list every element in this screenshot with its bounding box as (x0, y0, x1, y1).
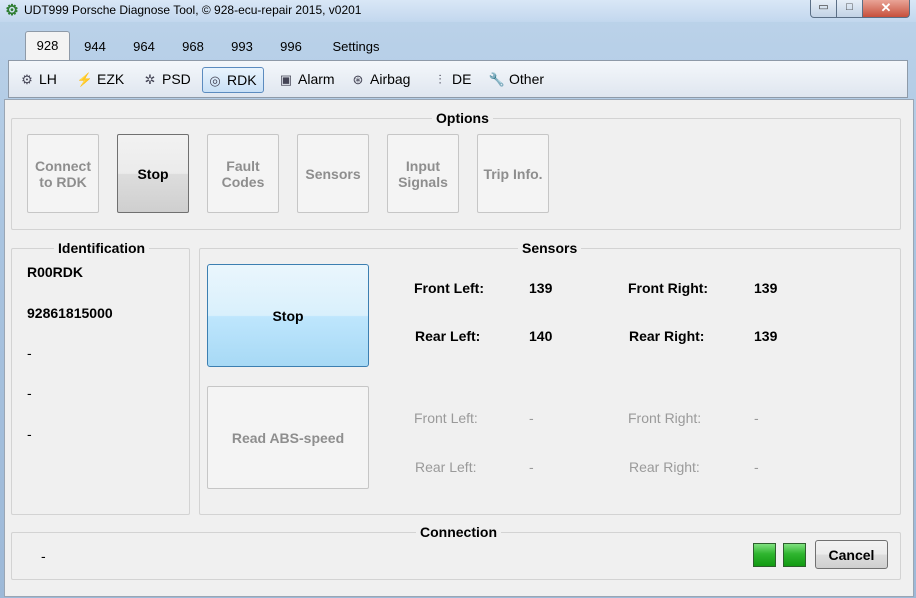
subtab-airbag[interactable]: ⊛ Airbag (345, 67, 414, 91)
tab-996[interactable]: 996 (274, 36, 308, 58)
tab-944[interactable]: 944 (78, 36, 112, 58)
tab-993[interactable]: 993 (225, 36, 259, 58)
connection-title: Connection (416, 524, 501, 540)
ident-part-code: R00RDK (27, 264, 84, 280)
subtab-psd[interactable]: ✲ PSD (137, 67, 195, 91)
read-abs-speed-button[interactable]: Read ABS-speed (207, 386, 369, 489)
subtab-label: DE (452, 71, 472, 87)
subtab-rdk[interactable]: ◎ RDK (202, 67, 264, 93)
rear-right-pressure-value: 139 (754, 328, 778, 344)
subtab-de[interactable]: ⫶ DE (427, 67, 475, 91)
rear-left-pressure-value: 140 (529, 328, 553, 344)
rear-left-abs-label: Rear Left: (415, 459, 477, 475)
spark-icon: ⚡ (76, 72, 94, 87)
rear-left-pressure-label: Rear Left: (415, 328, 481, 344)
ident-value-4: - (27, 385, 32, 401)
rear-right-abs-label: Rear Right: (629, 459, 700, 475)
subtab-label: Airbag (370, 71, 411, 87)
rdk-panel: Options Connect to RDK Stop Fault Codes … (4, 99, 914, 597)
input-signals-button[interactable]: Input Signals (387, 134, 459, 213)
tire-icon: ◎ (209, 73, 221, 88)
front-right-pressure-value: 139 (754, 280, 778, 296)
maximize-button[interactable]: □ (836, 0, 863, 18)
subtab-label: Other (509, 71, 545, 87)
front-left-pressure-label: Front Left: (414, 280, 484, 296)
ecu-tab-bar: ⚙ LH ⚡ EZK ✲ PSD ◎ RDK ▣ Alarm ⊛ Airbag ⫶ DE 🔧 O… (8, 60, 908, 98)
stop-button[interactable]: Stop (117, 134, 189, 213)
identification-title: Identification (54, 240, 150, 256)
subtab-label: LH (39, 71, 57, 87)
status-led (753, 543, 776, 567)
subtab-other[interactable]: 🔧 Other (484, 67, 548, 91)
subtab-label: PSD (162, 71, 191, 87)
rear-left-abs-value: - (529, 459, 534, 475)
subtab-label: Alarm (298, 71, 335, 87)
front-left-pressure-value: 139 (529, 280, 553, 296)
lock-icon: ▣ (279, 72, 293, 87)
wrench-icon: 🔧 (488, 72, 506, 87)
front-left-abs-value: - (529, 410, 534, 426)
cancel-button[interactable]: Cancel (815, 540, 888, 569)
steering-wheel-icon: ⊛ (352, 72, 364, 87)
connect-to-rdk-button[interactable]: Connect to RDK (27, 134, 99, 213)
subtab-alarm[interactable]: ▣ Alarm (273, 67, 339, 91)
ident-part-number: 92861815000 (27, 305, 113, 321)
tab-settings[interactable]: Settings (324, 36, 388, 58)
tab-928[interactable]: 928 (25, 31, 70, 60)
ident-value-3: - (27, 345, 32, 361)
front-left-abs-label: Front Left: (414, 410, 478, 426)
window-title: UDT999 Porsche Diagnose Tool, © 928-ecu-… (24, 3, 362, 17)
sensors-title: Sensors (518, 240, 582, 256)
subtab-label: RDK (227, 72, 257, 88)
tab-964[interactable]: 964 (127, 36, 161, 58)
tab-968[interactable]: 968 (176, 36, 210, 58)
close-button[interactable]: ✕ (862, 0, 910, 18)
trip-info-button[interactable]: Trip Info. (477, 134, 549, 213)
subtab-label: EZK (97, 71, 125, 87)
fault-codes-button[interactable]: Fault Codes (207, 134, 279, 213)
front-right-abs-label: Front Right: (628, 410, 702, 426)
connection-status: - (41, 548, 46, 564)
sensors-stop-button[interactable]: Stop (207, 264, 369, 367)
engine-icon: ⚙ (21, 72, 33, 87)
ident-value-5: - (27, 426, 32, 442)
front-right-pressure-label: Front Right: (628, 280, 709, 296)
rear-right-pressure-label: Rear Right: (629, 328, 705, 344)
minimize-button[interactable]: ▭ (810, 0, 837, 18)
sensors-button[interactable]: Sensors (297, 134, 369, 213)
rear-right-abs-value: - (754, 459, 759, 475)
app-icon: ⚙ (5, 2, 19, 19)
gears-icon: ✲ (144, 72, 156, 87)
injector-icon: ⫶ (438, 72, 442, 87)
status-led (783, 543, 806, 567)
subtab-ezk[interactable]: ⚡ EZK (72, 67, 128, 91)
options-title: Options (432, 110, 493, 126)
identification-group: Identification (11, 240, 190, 515)
subtab-lh[interactable]: ⚙ LH (14, 67, 61, 91)
front-right-abs-value: - (754, 410, 759, 426)
